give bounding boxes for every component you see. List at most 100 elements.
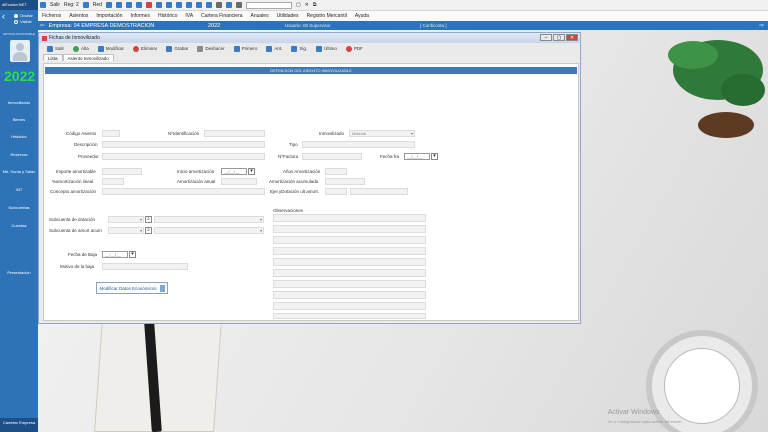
sidebar-item-reservas[interactable]: Reservas bbox=[0, 152, 38, 157]
modificar-button[interactable]: Modificar bbox=[97, 45, 124, 52]
exit-icon[interactable] bbox=[40, 2, 46, 8]
tab-asiento-inmovilizado[interactable]: Asiento Inmovilizado bbox=[62, 54, 114, 61]
fecha-fra-field[interactable]: __/__/__ bbox=[404, 153, 430, 160]
observaciones-line[interactable] bbox=[273, 247, 426, 255]
gear-icon[interactable] bbox=[235, 2, 242, 8]
sidebar-item-presentacion[interactable]: Presentación bbox=[0, 270, 38, 275]
menu-anuales[interactable]: Anuales bbox=[251, 13, 269, 19]
menu-cartera[interactable]: Cartera Financiera bbox=[201, 13, 242, 19]
observaciones-line[interactable] bbox=[273, 313, 426, 319]
salir-button[interactable]: Salir bbox=[47, 45, 64, 52]
ultimo-button[interactable]: Último bbox=[316, 45, 337, 52]
inicio-amortizacion-field[interactable]: __/__/__ bbox=[221, 168, 247, 175]
codigo-asiento-field[interactable] bbox=[102, 130, 120, 137]
proveedor-field[interactable] bbox=[102, 153, 265, 160]
sidebar-item-subcuentas[interactable]: Subcuentas bbox=[0, 205, 38, 210]
toolbar-icon-2[interactable] bbox=[115, 2, 122, 8]
close-button[interactable]: ✕ bbox=[566, 34, 578, 41]
maximize-button[interactable]: ▢ bbox=[553, 34, 565, 41]
nfactura-field[interactable] bbox=[302, 153, 362, 160]
sidebar-item-sumas-saldos[interactable]: Mtr. Suma y Saldo bbox=[0, 169, 38, 174]
menu-utilidades[interactable]: Utilidades bbox=[277, 13, 299, 19]
back-arrow-icon[interactable]: ‹ bbox=[2, 11, 5, 21]
menu-historico[interactable]: Histórico bbox=[158, 13, 177, 19]
motivo-baja-field[interactable] bbox=[102, 263, 188, 270]
alta-button[interactable]: Alta bbox=[73, 45, 89, 52]
primero-button[interactable]: Primero bbox=[233, 45, 257, 52]
menu-iva[interactable]: IVA bbox=[185, 13, 193, 19]
arrow-left-icon[interactable]: ⇦ bbox=[40, 23, 45, 29]
calendar-dropdown-icon[interactable]: ▾ bbox=[129, 251, 136, 258]
toolbar-icon-5[interactable] bbox=[145, 2, 152, 8]
subcuenta-dotacion-select[interactable] bbox=[108, 216, 144, 223]
search-icon[interactable]: ⌕ bbox=[145, 227, 152, 234]
eliminar-button[interactable]: Eliminar bbox=[133, 45, 157, 52]
toolbar-icon-6[interactable] bbox=[155, 2, 162, 8]
restore-icon[interactable]: ⧉ bbox=[313, 2, 317, 8]
menu-asientos[interactable]: Asientos bbox=[69, 13, 88, 19]
tab-lista[interactable]: Lista bbox=[43, 54, 63, 61]
arrow-right-icon[interactable]: ⇨ bbox=[759, 23, 764, 29]
observaciones-line[interactable] bbox=[273, 214, 426, 222]
siguiente-button[interactable]: Sig. bbox=[291, 45, 307, 52]
toolbar-icon-10[interactable] bbox=[195, 2, 202, 8]
toolbar-icon-3[interactable] bbox=[125, 2, 132, 8]
salir-button[interactable]: Salir bbox=[50, 2, 60, 8]
sidebar-item-bienes[interactable]: Bienes bbox=[0, 117, 38, 122]
menu-registro[interactable]: Registro Mercantil bbox=[307, 13, 347, 19]
observaciones-line[interactable] bbox=[273, 302, 426, 310]
tipo-field[interactable] bbox=[302, 141, 415, 148]
sidebar-item-inmovilizado[interactable]: Inmovilizado bbox=[0, 100, 38, 105]
calendar-dropdown-icon[interactable]: ▾ bbox=[248, 168, 255, 175]
descripcion-field[interactable] bbox=[102, 141, 265, 148]
observaciones-line[interactable] bbox=[273, 291, 426, 299]
amortizacion-anual-field[interactable] bbox=[221, 178, 257, 185]
calendar-dropdown-icon[interactable]: ▾ bbox=[431, 153, 438, 160]
menu-ficheros[interactable]: Ficheros bbox=[42, 13, 61, 19]
deshacer-button[interactable]: Deshacer bbox=[197, 45, 225, 52]
network-icon[interactable] bbox=[82, 2, 89, 8]
subcuenta-amort-select[interactable] bbox=[108, 227, 144, 234]
pct-amortizacion-field[interactable] bbox=[102, 178, 124, 185]
modificar-datos-economicos-button[interactable]: Modificar Datos Económicos bbox=[96, 282, 168, 294]
anterior-button[interactable]: Ant. bbox=[266, 45, 282, 52]
nidentificacion-field[interactable] bbox=[204, 130, 265, 137]
maximize-icon[interactable]: ▢ bbox=[296, 2, 301, 8]
observaciones-line[interactable] bbox=[273, 258, 426, 266]
ejer-dotacion-field[interactable] bbox=[325, 188, 347, 195]
observaciones-line[interactable] bbox=[273, 236, 426, 244]
amortizacion-acumulada-field[interactable] bbox=[325, 178, 365, 185]
importe-amortizable-field[interactable] bbox=[102, 168, 142, 175]
sidebar-item-347[interactable]: 347 bbox=[0, 187, 38, 192]
subcuenta-dotacion-name[interactable] bbox=[154, 216, 264, 223]
toolbar-icon-12[interactable] bbox=[215, 2, 222, 8]
change-company-button[interactable]: Cambiar Empresa bbox=[0, 418, 38, 432]
search-icon[interactable]: ⌕ bbox=[145, 216, 152, 223]
toolbar-icon-9[interactable] bbox=[185, 2, 192, 8]
search-input[interactable] bbox=[245, 1, 292, 9]
red-button[interactable]: Red bbox=[93, 2, 102, 8]
minimize-button[interactable]: – bbox=[540, 34, 552, 41]
toolbar-icon-13[interactable] bbox=[225, 2, 232, 8]
toolbar-icon-1[interactable] bbox=[105, 2, 112, 8]
toolbar-icon-4[interactable] bbox=[135, 2, 142, 8]
close-icon[interactable]: ✕ bbox=[305, 2, 309, 8]
toolbar-icon-11[interactable] bbox=[205, 2, 212, 8]
pdf-button[interactable]: PDF bbox=[345, 45, 363, 52]
observaciones-line[interactable] bbox=[273, 225, 426, 233]
observaciones-line[interactable] bbox=[273, 280, 426, 288]
inmovilizado-select[interactable]: Material bbox=[349, 130, 415, 137]
menu-informes[interactable]: Informes bbox=[131, 13, 150, 19]
radio-ocultar[interactable]: Ocultar bbox=[14, 13, 33, 18]
menu-importacion[interactable]: Importación bbox=[96, 13, 122, 19]
anos-amortizacion-field[interactable] bbox=[325, 168, 347, 175]
sidebar-item-cuentas[interactable]: Cuentas bbox=[0, 223, 38, 228]
ult-amort-field[interactable] bbox=[350, 188, 408, 195]
menu-ayuda[interactable]: Ayuda bbox=[355, 13, 369, 19]
grabar-button[interactable]: Grabar bbox=[166, 45, 188, 52]
observaciones-line[interactable] bbox=[273, 269, 426, 277]
fecha-baja-field[interactable]: __/__/__ bbox=[102, 251, 128, 258]
radio-visible[interactable]: Visible bbox=[14, 19, 32, 24]
subcuenta-amort-name[interactable] bbox=[154, 227, 264, 234]
toolbar-icon-8[interactable] bbox=[175, 2, 182, 8]
